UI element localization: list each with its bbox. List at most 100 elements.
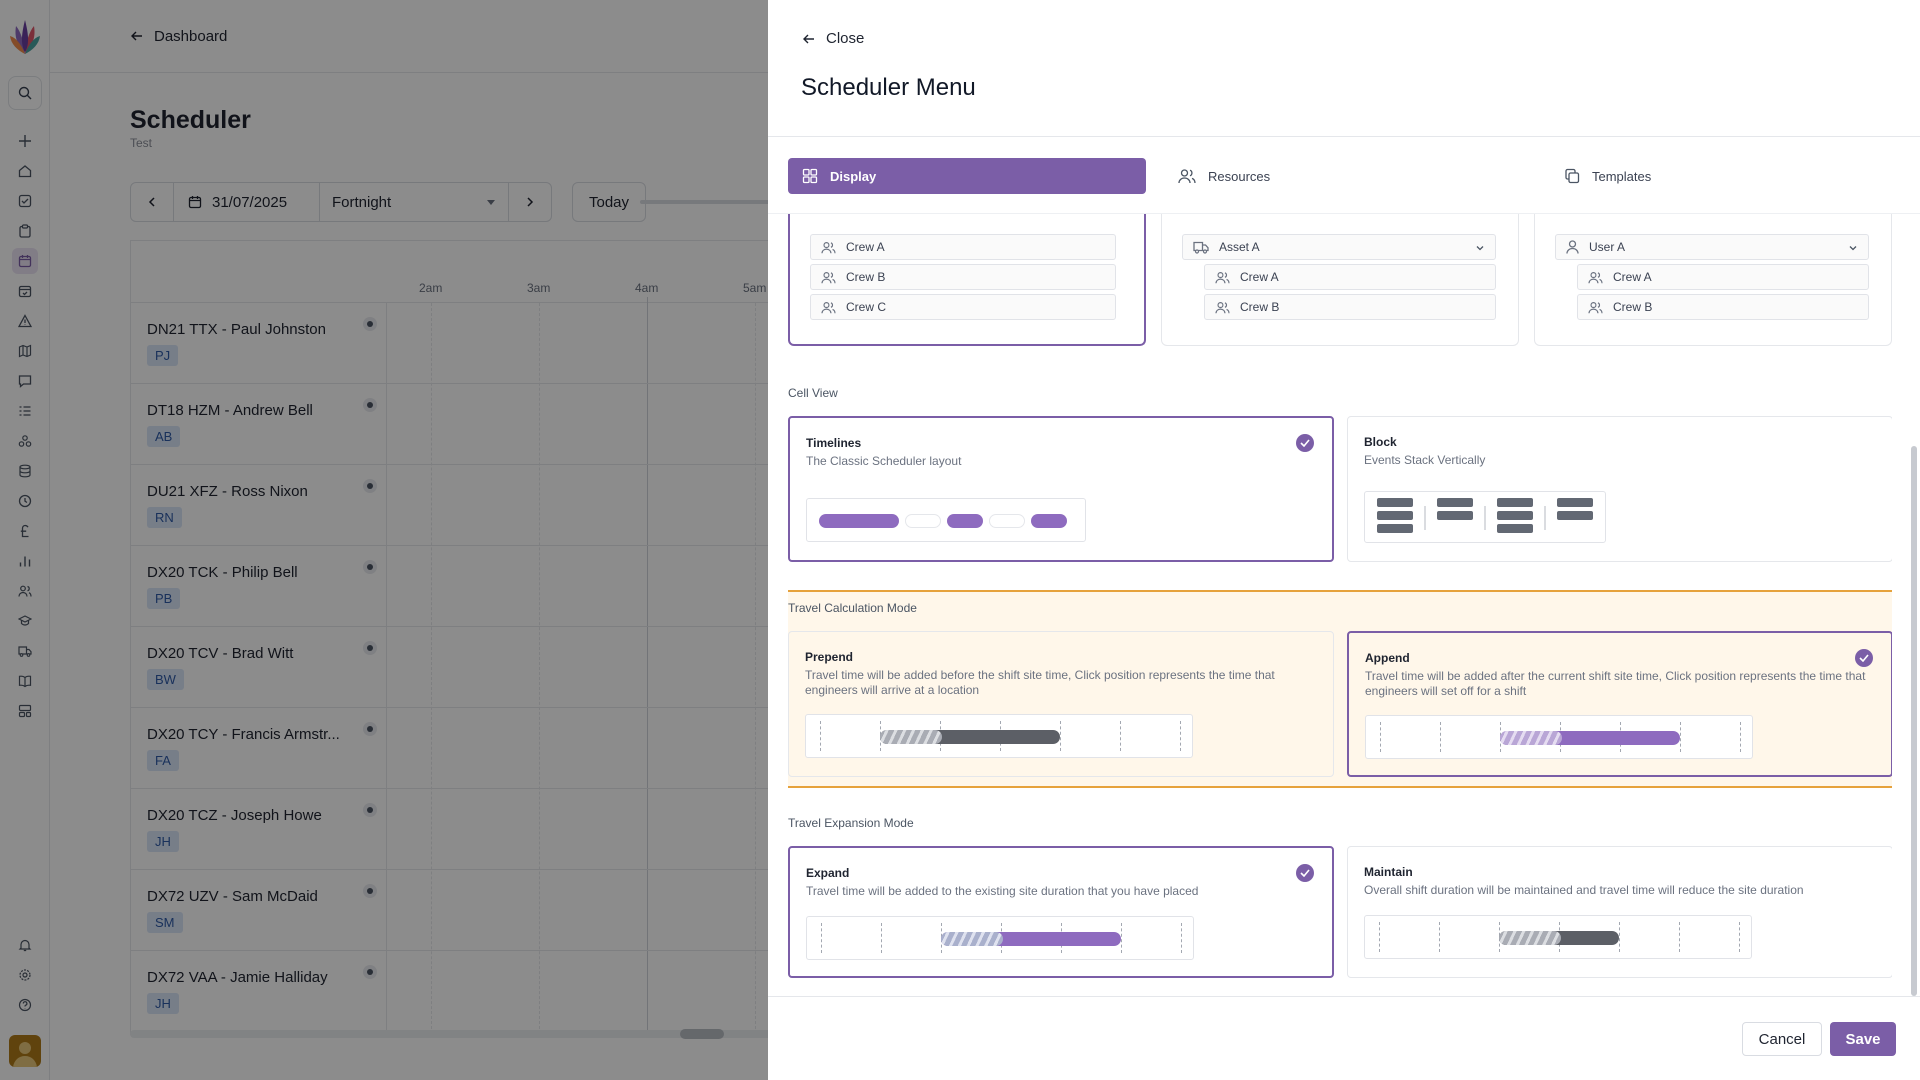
chip-label: Asset A <box>1219 240 1260 254</box>
user-icon <box>1566 240 1579 254</box>
option-description: Events Stack Vertically <box>1364 453 1486 467</box>
preview-tick <box>1180 721 1181 751</box>
cell-view-option-timelines[interactable]: Timelines The Classic Scheduler layout <box>788 416 1334 562</box>
preview-empty-slot <box>989 514 1025 528</box>
tab-display-label: Display <box>830 168 877 184</box>
timelines-preview <box>806 498 1086 542</box>
chip-label: Crew A <box>1613 270 1652 284</box>
chip-label: Crew A <box>1240 270 1279 284</box>
preview-event-bar <box>1031 514 1067 528</box>
users-icon <box>821 271 836 283</box>
grouping-chip: Crew A <box>1577 264 1869 290</box>
chevron-down-icon <box>1476 246 1484 251</box>
option-description: Overall shift duration will be maintaine… <box>1364 883 1804 897</box>
preview-travel-bar <box>1499 931 1561 945</box>
preview-tick <box>1680 722 1681 752</box>
travel-calc-option-append[interactable]: Append Travel time will be added after t… <box>1347 631 1892 777</box>
append-preview <box>1365 715 1753 759</box>
tab-templates-label: Templates <box>1592 168 1652 184</box>
users-icon <box>1215 301 1230 313</box>
drawer-tabs: Display Resources Templates <box>788 158 1888 194</box>
grouping-chip: Crew B <box>1204 294 1496 320</box>
travel-exp-option-expand[interactable]: Expand Travel time will be added to the … <box>788 846 1334 978</box>
preview-event-bar <box>947 514 983 528</box>
tab-display[interactable]: Display <box>788 158 1146 194</box>
chip-label: Crew B <box>1240 300 1280 314</box>
expand-preview <box>806 916 1194 960</box>
tab-templates[interactable]: Templates <box>1564 158 1651 194</box>
grouping-option-user[interactable]: User A Crew A Crew B <box>1534 214 1892 346</box>
grouping-header-chip: User A <box>1555 234 1869 260</box>
cell-view-option-block[interactable]: Block Events Stack Vertically <box>1347 416 1892 562</box>
grouping-option-crews[interactable]: Crew A Crew B Crew C <box>788 214 1146 346</box>
preview-tick <box>1619 922 1620 952</box>
arrow-left-icon <box>803 34 814 43</box>
prepend-preview <box>805 714 1193 758</box>
preview-tick <box>1121 923 1122 953</box>
travel-exp-option-maintain[interactable]: Maintain Overall shift duration will be … <box>1347 846 1892 978</box>
chip-label: Crew B <box>846 270 886 284</box>
scheduler-menu-drawer: Close Scheduler Menu Display Resources T… <box>768 0 1920 1080</box>
close-button[interactable]: Close <box>802 30 864 47</box>
chip-label: Crew B <box>1613 300 1653 314</box>
display-settings-panel: Crew A Crew B Crew C Asset A Crew A Crew… <box>788 214 1892 994</box>
option-title: Timelines <box>806 436 862 450</box>
modal-backdrop[interactable] <box>0 0 768 1080</box>
drawer-footer-divider <box>768 996 1920 997</box>
preview-tick <box>1740 722 1741 752</box>
chip-label: Crew A <box>846 240 885 254</box>
option-description: Travel time will be added after the curr… <box>1365 669 1866 698</box>
selected-check-icon <box>1296 434 1314 452</box>
users-icon <box>1588 301 1603 313</box>
selected-check-icon <box>1855 649 1873 667</box>
grouping-chip: Crew B <box>1577 294 1869 320</box>
cancel-button[interactable]: Cancel <box>1742 1022 1822 1056</box>
copy-icon <box>1565 168 1580 184</box>
travel-calculation-label: Travel Calculation Mode <box>788 601 917 615</box>
preview-event-bar <box>819 514 899 528</box>
travel-expansion-label: Travel Expansion Mode <box>788 816 914 830</box>
preview-tick <box>1120 721 1121 751</box>
preview-travel-bar <box>880 730 942 744</box>
chip-label: Crew C <box>846 300 887 314</box>
users-icon <box>1215 271 1230 283</box>
block-preview <box>1364 491 1606 543</box>
preview-tick <box>821 923 822 953</box>
preview-tick <box>1379 922 1380 952</box>
preview-tick <box>1679 922 1680 952</box>
drawer-scrollbar[interactable] <box>1911 446 1917 996</box>
option-description: Travel time will be added to the existin… <box>806 884 1199 898</box>
grouping-header-chip: Asset A <box>1182 234 1496 260</box>
grid-icon <box>802 168 818 184</box>
users-icon <box>1178 169 1196 184</box>
preview-tick <box>1439 922 1440 952</box>
cell-view-label: Cell View <box>788 386 838 400</box>
grouping-chip: Crew C <box>810 294 1116 320</box>
preview-tick <box>1380 722 1381 752</box>
chevron-down-icon <box>1849 246 1857 251</box>
option-description: The Classic Scheduler layout <box>806 454 962 468</box>
option-title: Expand <box>806 866 850 880</box>
option-description: Travel time will be added before the shi… <box>805 668 1275 697</box>
tab-resources[interactable]: Resources <box>1178 158 1270 194</box>
preview-tick <box>881 923 882 953</box>
drawer-header-divider <box>768 136 1920 137</box>
grouping-option-asset[interactable]: Asset A Crew A Crew B <box>1161 214 1519 346</box>
preview-tick <box>1440 722 1441 752</box>
travel-calc-option-prepend[interactable]: Prepend Travel time will be added before… <box>788 631 1334 777</box>
tab-resources-label: Resources <box>1208 168 1271 184</box>
drawer-title: Scheduler Menu <box>801 74 976 101</box>
grouping-chip: Crew A <box>1204 264 1496 290</box>
preview-tick <box>1181 923 1182 953</box>
preview-tick <box>820 721 821 751</box>
option-title: Block <box>1364 435 1397 449</box>
truck-icon <box>1193 241 1209 254</box>
save-button[interactable]: Save <box>1830 1022 1896 1056</box>
preview-empty-slot <box>905 514 941 528</box>
users-icon <box>821 241 836 253</box>
maintain-preview <box>1364 915 1752 959</box>
preview-tick <box>1739 922 1740 952</box>
preview-tick <box>1060 721 1061 751</box>
preview-travel-bar <box>1500 731 1562 745</box>
chip-label: User A <box>1589 240 1626 254</box>
